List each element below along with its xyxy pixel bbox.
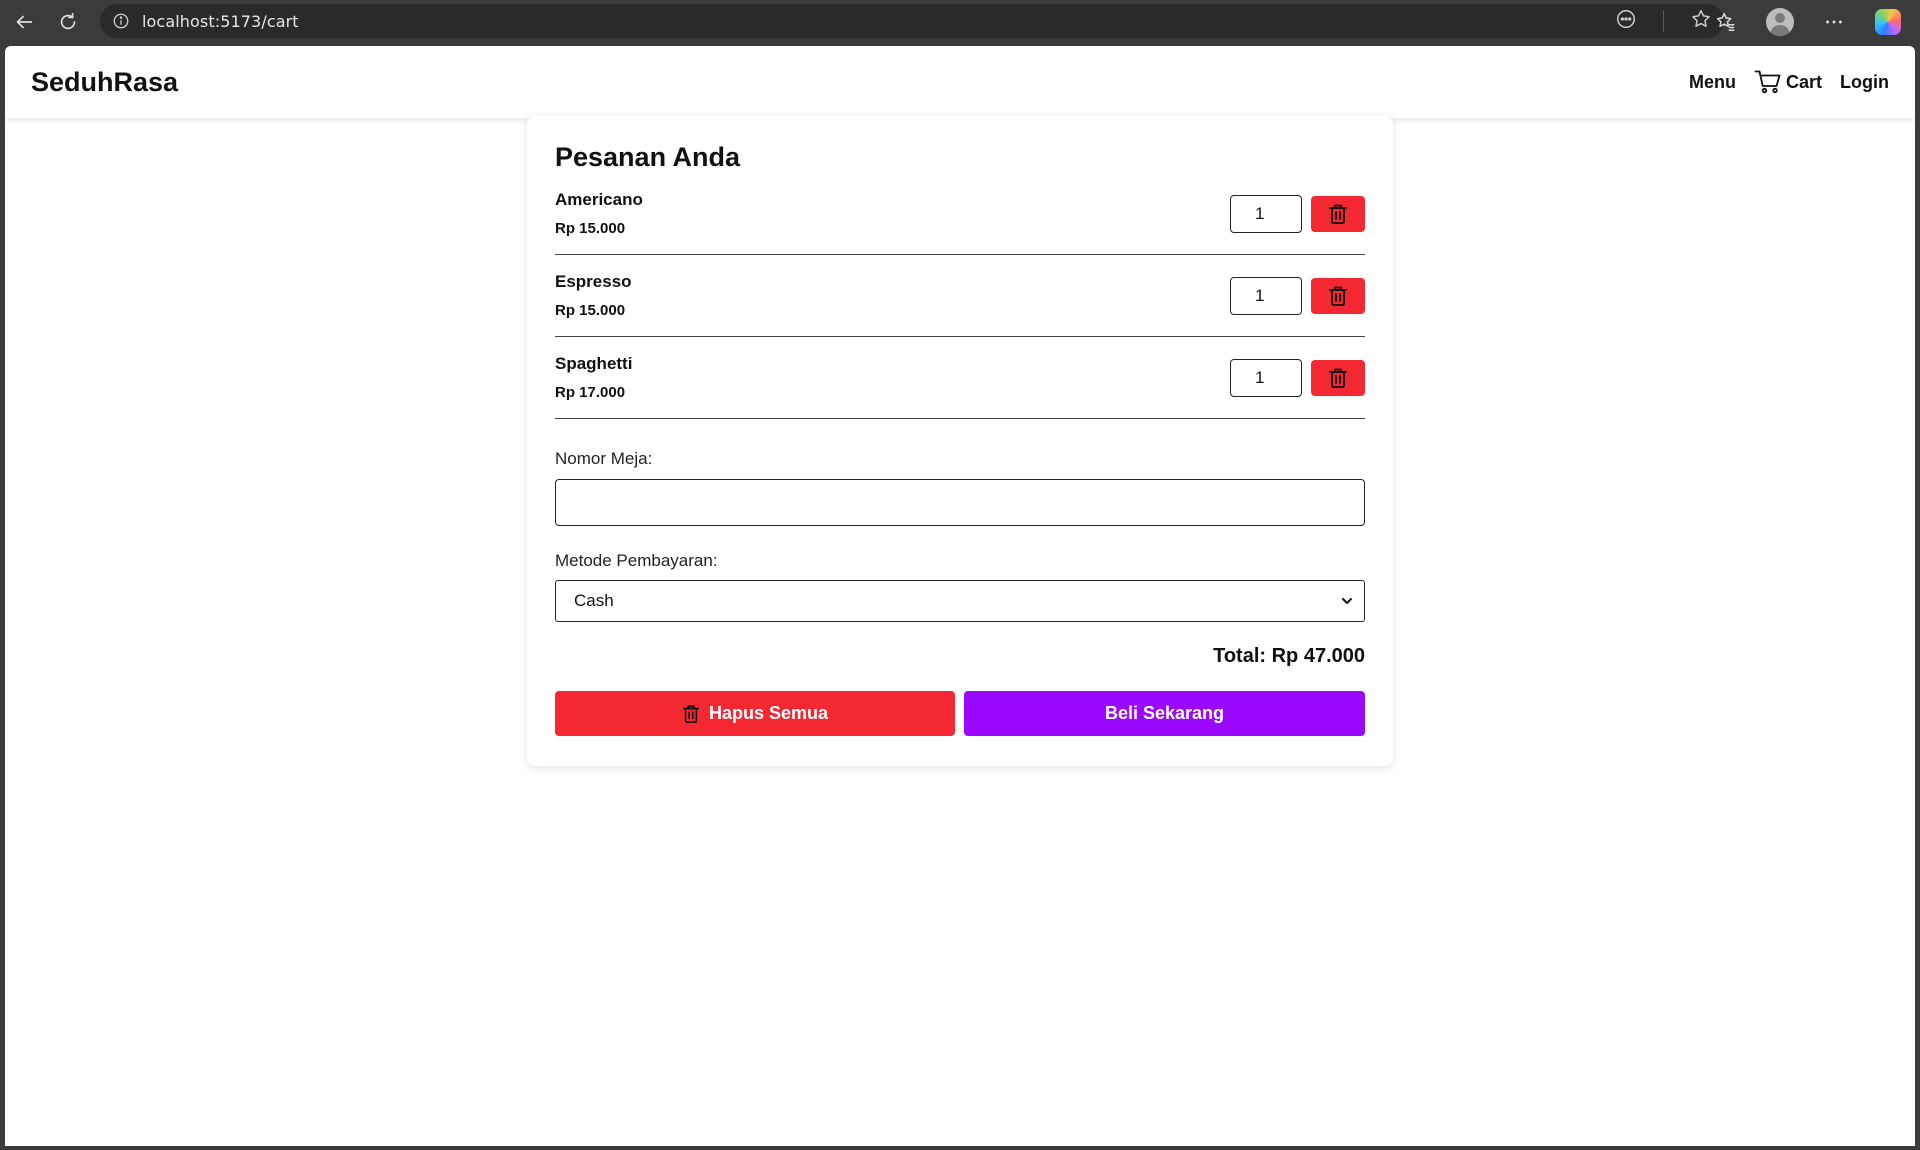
item-name: Espresso	[555, 272, 632, 291]
trash-icon	[1329, 368, 1347, 388]
back-arrow-icon[interactable]	[6, 4, 42, 40]
nav-menu-link[interactable]: Menu	[1689, 72, 1736, 93]
page-viewport: SeduhRasa Menu Cart Login Pesanan Anda A…	[5, 46, 1915, 1146]
info-icon[interactable]	[112, 12, 130, 30]
favorites-icon[interactable]	[1708, 4, 1744, 40]
trash-icon	[682, 705, 699, 723]
table-number-label: Nomor Meja:	[555, 449, 653, 468]
payment-selected-value: Cash	[574, 591, 614, 610]
profile-icon[interactable]	[1762, 4, 1798, 40]
quantity-input[interactable]	[1230, 276, 1302, 315]
cart-total: Total: Rp 47.000	[1213, 645, 1365, 667]
item-price: Rp 15.000	[555, 302, 626, 319]
delete-item-button[interactable]	[1311, 195, 1365, 232]
copilot-icon[interactable]	[1870, 4, 1906, 40]
quantity-input[interactable]	[1230, 358, 1302, 397]
item-name: Americano	[555, 190, 643, 209]
cart-item-espresso: Espresso Rp 15.000	[555, 255, 1365, 337]
buy-now-button[interactable]: Beli Sekarang	[964, 691, 1365, 736]
reload-icon[interactable]	[50, 4, 86, 40]
item-price: Rp 15.000	[555, 220, 626, 237]
clear-cart-button[interactable]: Hapus Semua	[555, 691, 955, 736]
cart-actions: Hapus Semua Beli Sekarang	[555, 691, 1365, 736]
nav-cart-link[interactable]: Cart	[1754, 69, 1822, 95]
browser-toolbar: localhost:5173/cart	[0, 0, 1920, 44]
trash-icon	[1329, 204, 1347, 224]
address-bar[interactable]: localhost:5173/cart	[100, 4, 1724, 38]
url-text[interactable]: localhost:5173/cart	[142, 12, 299, 31]
delete-item-button[interactable]	[1311, 359, 1365, 396]
page-title: Pesanan Anda	[555, 142, 741, 172]
nav-login-link[interactable]: Login	[1840, 72, 1889, 93]
cart-icon	[1754, 70, 1781, 94]
payment-method-label: Metode Pembayaran:	[555, 551, 718, 570]
cart-item-spaghetti: Spaghetti Rp 17.000	[555, 337, 1365, 419]
avatar[interactable]	[1766, 8, 1794, 36]
clear-cart-label: Hapus Semua	[708, 703, 829, 723]
cart-card: Pesanan Anda Americano Rp 15.000 Espress…	[527, 116, 1393, 766]
site-header: SeduhRasa Menu Cart Login	[5, 46, 1915, 118]
nav-cart-label: Cart	[1786, 71, 1823, 92]
cart-item-americano: Americano Rp 15.000	[555, 173, 1365, 255]
main-nav: Menu Cart Login	[1689, 69, 1889, 95]
payment-method-select[interactable]: Cash	[555, 580, 1365, 622]
brand-logo[interactable]: SeduhRasa	[31, 67, 178, 98]
item-price: Rp 17.000	[555, 384, 626, 401]
delete-item-button[interactable]	[1311, 277, 1365, 314]
buy-now-label: Beli Sekarang	[1104, 703, 1225, 723]
address-bar-divider	[1663, 10, 1664, 32]
more-icon[interactable]	[1816, 4, 1852, 40]
trash-icon	[1329, 286, 1347, 306]
quantity-input[interactable]	[1230, 194, 1302, 233]
copilot-logo[interactable]	[1875, 9, 1901, 35]
reading-mode-icon[interactable]	[1615, 8, 1637, 35]
table-number-input[interactable]	[555, 479, 1365, 526]
chevron-down-icon	[1342, 598, 1352, 604]
item-name: Spaghetti	[555, 354, 633, 373]
